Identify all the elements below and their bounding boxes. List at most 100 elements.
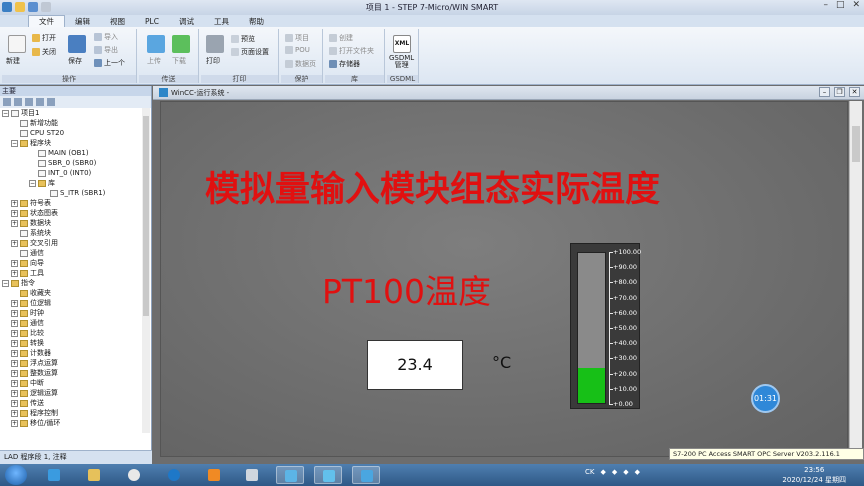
tree-item[interactable]: INT_0 (INT0) <box>38 168 91 178</box>
expand-toggle-icon[interactable]: + <box>11 219 18 227</box>
maximize-icon[interactable]: □ <box>836 0 845 10</box>
preview-button[interactable]: 预览 <box>231 34 255 44</box>
new-icon[interactable] <box>8 35 26 53</box>
expand-toggle-icon[interactable]: + <box>11 319 18 327</box>
tree-item[interactable]: + 逻辑运算 <box>11 388 58 398</box>
expand-toggle-icon[interactable]: + <box>11 349 18 357</box>
collapse-toggle-icon[interactable]: − <box>11 139 18 147</box>
tree-item[interactable]: + 移位/循环 <box>11 418 60 428</box>
save-button[interactable]: 保存 <box>68 56 82 66</box>
tree-item[interactable]: + 比较 <box>11 328 44 338</box>
tree-item[interactable]: + 浮点运算 <box>11 358 58 368</box>
tree-item[interactable]: 系统块 <box>20 228 51 238</box>
scrollbar-thumb[interactable] <box>143 116 149 316</box>
taskbar-app3[interactable] <box>120 466 148 484</box>
tree-item[interactable]: + 时钟 <box>11 308 44 318</box>
tree-item[interactable]: 新增功能 <box>20 118 58 128</box>
expand-toggle-icon[interactable]: + <box>11 419 18 427</box>
tray-icon[interactable]: ◆ <box>600 468 605 476</box>
menu-tools[interactable]: 工具 <box>204 16 239 27</box>
taskbar-ie[interactable] <box>40 466 68 484</box>
export-button[interactable]: 导出 <box>94 45 118 55</box>
collapse-toggle-icon[interactable]: − <box>2 109 9 117</box>
create-button[interactable]: 创建 <box>329 33 353 43</box>
expand-toggle-icon[interactable]: + <box>11 239 18 247</box>
start-button[interactable] <box>5 465 27 485</box>
tree-item[interactable]: + 向导 <box>11 258 44 268</box>
open-folder-button[interactable]: 打开文件夹 <box>329 46 374 56</box>
taskbar-app6[interactable] <box>238 466 266 484</box>
project-button[interactable]: 项目 <box>285 33 309 43</box>
pou-button[interactable]: POU <box>285 46 310 54</box>
tree-item[interactable]: 通信 <box>20 248 44 258</box>
expand-toggle-icon[interactable]: + <box>11 209 18 217</box>
xml-icon[interactable]: XML <box>393 35 411 53</box>
expand-toggle-icon[interactable]: + <box>11 399 18 407</box>
close-icon[interactable]: ✕ <box>852 0 860 10</box>
pin-icon[interactable] <box>47 98 55 106</box>
tree-item[interactable]: + 转换 <box>11 338 44 348</box>
tree-item[interactable]: + 传送 <box>11 398 44 408</box>
tree-item[interactable]: − 库 <box>29 178 55 188</box>
taskbar-pcaccess[interactable] <box>352 466 380 484</box>
taskbar-wincc[interactable] <box>314 466 342 484</box>
menu-debug[interactable]: 调试 <box>169 16 204 27</box>
page-setup-button[interactable]: 页面设置 <box>231 47 269 57</box>
tree-item[interactable]: − 项目1 <box>2 108 39 118</box>
previous-button[interactable]: 上一个 <box>94 58 125 68</box>
open-button[interactable]: 打开 <box>32 33 56 43</box>
expand-toggle-icon[interactable]: + <box>11 269 18 277</box>
expand-toggle-icon[interactable]: + <box>11 199 18 207</box>
gsdml-manage-button[interactable]: GSDML 管理 <box>389 55 414 69</box>
save-icon[interactable] <box>68 35 86 53</box>
tree-item[interactable]: MAIN (OB1) <box>38 148 89 158</box>
expand-toggle-icon[interactable]: + <box>11 339 18 347</box>
tree-item[interactable]: + 状态图表 <box>11 208 58 218</box>
taskbar-step7[interactable] <box>276 466 304 484</box>
menu-view[interactable]: 视图 <box>100 16 135 27</box>
print-button[interactable]: 打印 <box>206 56 220 66</box>
tree-scrollbar[interactable] <box>142 108 150 433</box>
upload-button[interactable]: 上传 <box>147 56 161 66</box>
tree-item[interactable]: − 指令 <box>2 278 35 288</box>
expand-toggle-icon[interactable]: + <box>11 389 18 397</box>
language-indicator[interactable]: CK <box>585 468 594 476</box>
expand-icon[interactable] <box>25 98 33 106</box>
taskbar-explorer[interactable] <box>80 466 108 484</box>
expand-toggle-icon[interactable]: + <box>11 299 18 307</box>
tree-item[interactable]: SBR_0 (SBR0) <box>38 158 96 168</box>
tray-icon[interactable]: ◆ <box>635 468 640 476</box>
expand-toggle-icon[interactable]: + <box>11 409 18 417</box>
download-icon[interactable] <box>172 35 190 53</box>
timer-badge[interactable]: 01:31 <box>751 384 780 413</box>
tree-item[interactable]: − 程序块 <box>11 138 51 148</box>
tree-item[interactable]: 收藏夹 <box>20 288 51 298</box>
taskbar-pdf[interactable] <box>200 466 228 484</box>
tree-item[interactable]: + 中断 <box>11 378 44 388</box>
memory-button[interactable]: 存储器 <box>329 59 360 69</box>
menu-help[interactable]: 帮助 <box>239 16 274 27</box>
hmi-scrollbar[interactable] <box>849 101 862 457</box>
close-icon[interactable]: ✕ <box>849 87 860 97</box>
minimize-icon[interactable]: – <box>819 87 830 97</box>
data-page-button[interactable]: 数据页 <box>285 59 316 69</box>
tree-item[interactable]: + 计数器 <box>11 348 51 358</box>
printer-icon[interactable] <box>206 35 224 53</box>
expand-toggle-icon[interactable]: + <box>11 329 18 337</box>
scrollbar-thumb[interactable] <box>852 126 860 162</box>
tree-item[interactable]: + 交叉引用 <box>11 238 58 248</box>
collapse-toggle-icon[interactable]: − <box>29 179 36 187</box>
expand-toggle-icon[interactable]: + <box>11 359 18 367</box>
tree-item[interactable]: + 位逻辑 <box>11 298 51 308</box>
menu-edit[interactable]: 编辑 <box>65 16 100 27</box>
taskbar-sogou[interactable] <box>160 466 188 484</box>
close-button[interactable]: 关闭 <box>32 47 56 57</box>
expand-toggle-icon[interactable]: + <box>11 309 18 317</box>
menu-file[interactable]: 文件 <box>28 15 65 27</box>
tree-item[interactable]: S_ITR (SBR1) <box>50 188 105 198</box>
new-button[interactable]: 新建 <box>6 56 20 66</box>
upload-icon[interactable] <box>147 35 165 53</box>
restore-icon[interactable]: ❐ <box>834 87 845 97</box>
minimize-icon[interactable]: – <box>823 0 828 10</box>
tree-view-icon[interactable] <box>3 98 11 106</box>
